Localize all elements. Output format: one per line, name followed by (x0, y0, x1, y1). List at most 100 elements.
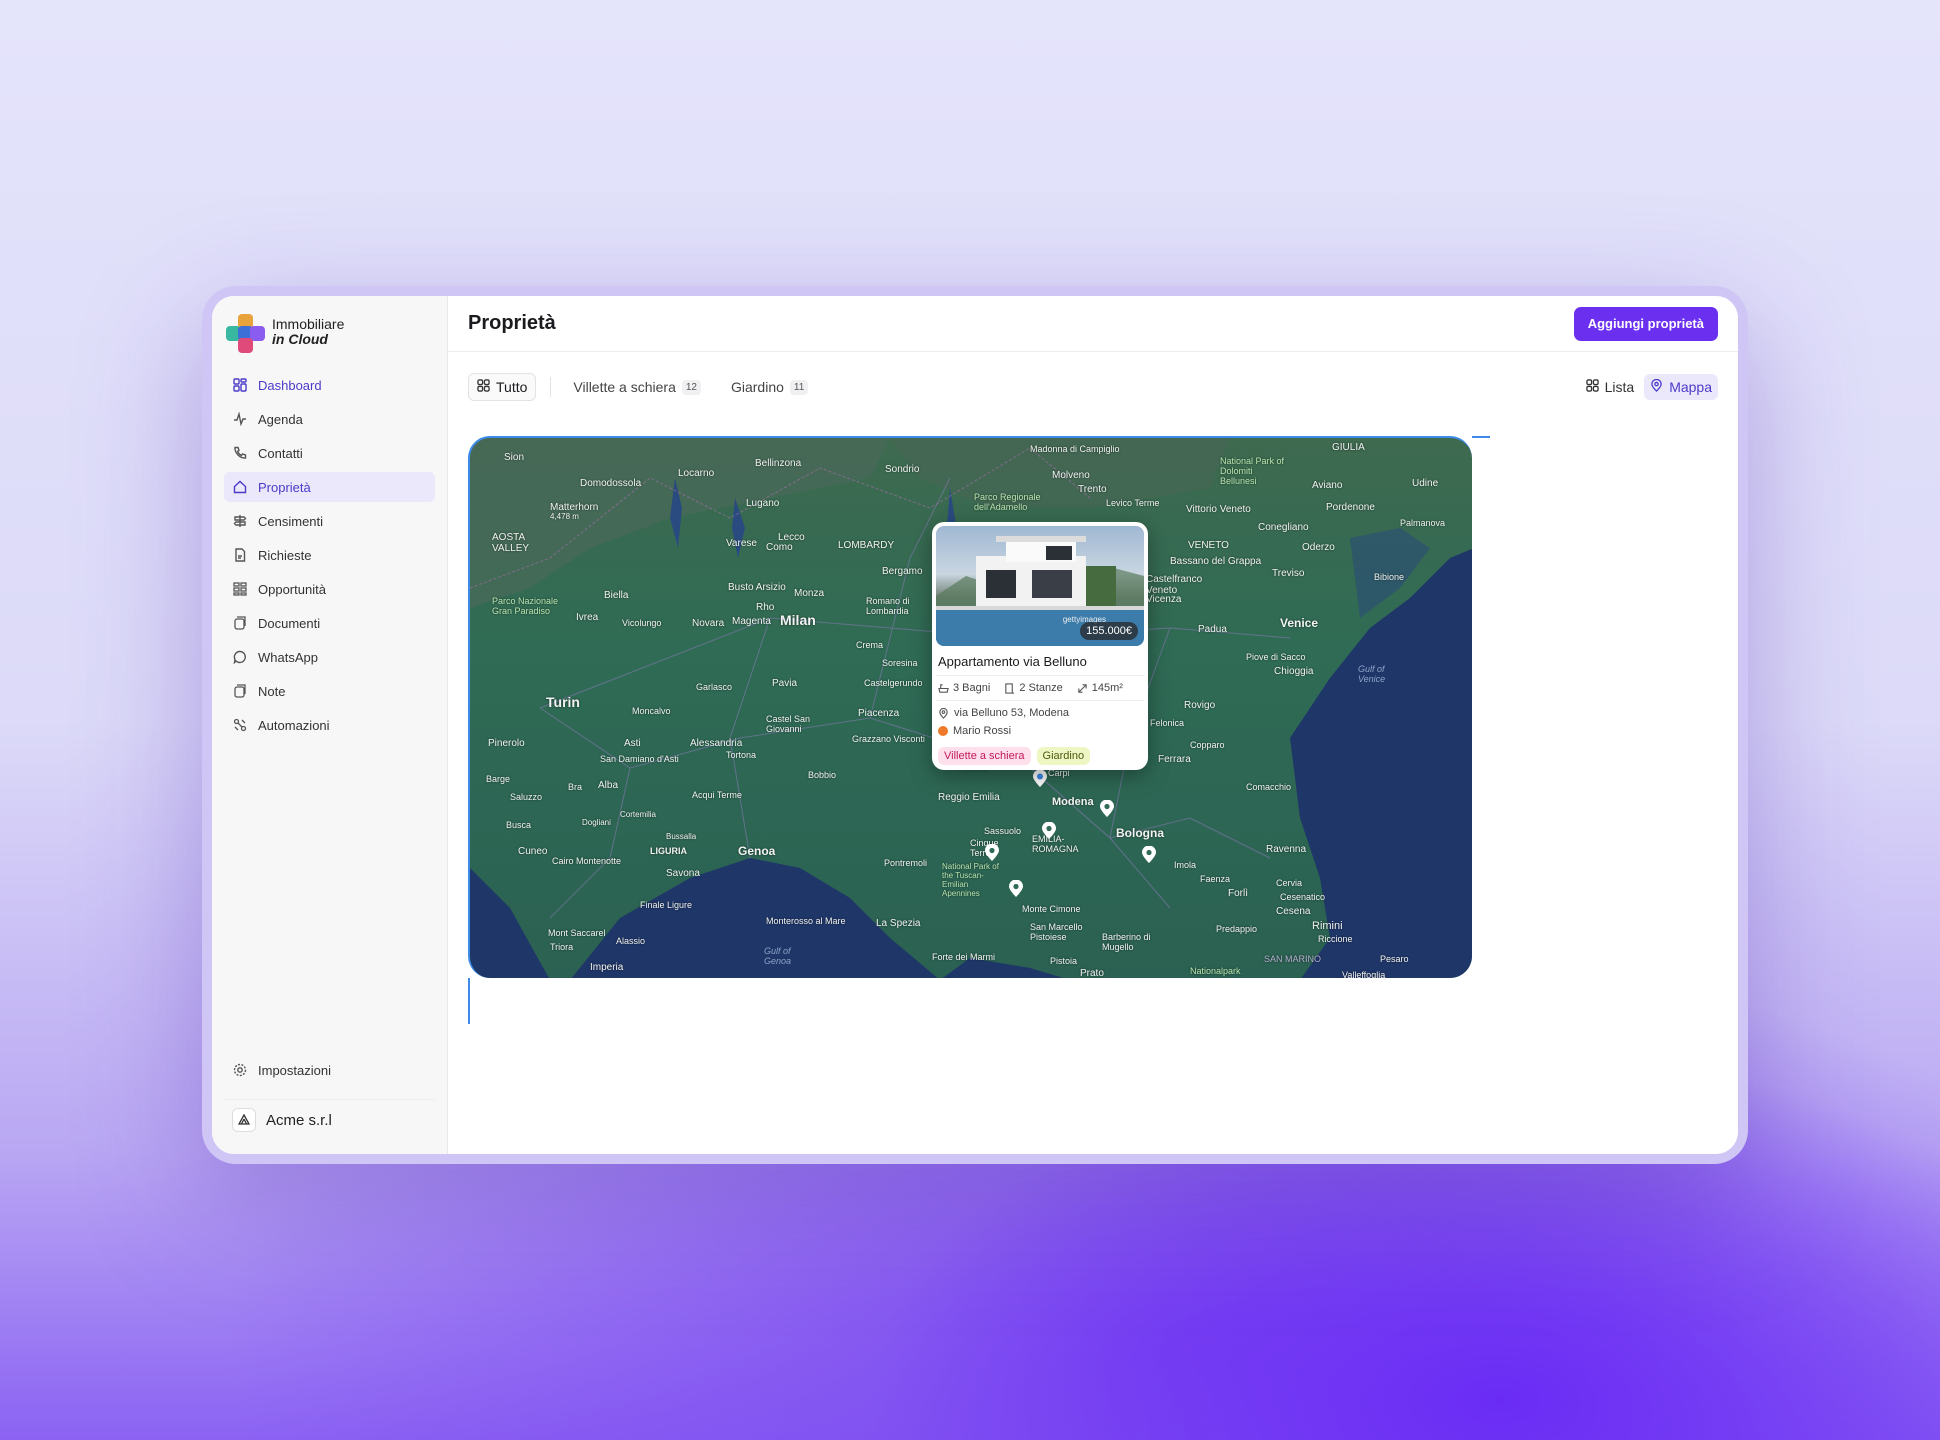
file-icon (232, 547, 248, 563)
map-label: Romano di Lombardia (866, 596, 910, 616)
map-label: Felonica (1150, 718, 1185, 728)
tab-divider (550, 377, 552, 397)
app-window: Immobiliare in Cloud Dashboard Agenda Co… (212, 296, 1738, 1154)
signpost-icon (232, 513, 248, 529)
logo-mark-icon (226, 314, 265, 353)
agent-name: Mario Rossi (953, 725, 1012, 737)
sidebar-item-label: Censimenti (258, 513, 324, 529)
map-label: Oderzo (1302, 542, 1335, 553)
view-map-button[interactable]: Mappa (1644, 374, 1718, 400)
gear-icon (232, 1062, 248, 1078)
map-label: Ferrara (1158, 754, 1191, 765)
map-pin-icon[interactable] (1031, 770, 1049, 788)
dashboard-icon (232, 377, 248, 393)
map-label: Alassio (616, 936, 646, 946)
map-pin-icon[interactable] (1040, 822, 1058, 840)
map-label: Rho (756, 602, 775, 613)
phone-icon (232, 445, 248, 461)
sidebar-nav: Dashboard Agenda Contatti Proprietà Cens… (224, 370, 435, 740)
page-header: Proprietà Aggiungi proprietà (448, 296, 1738, 352)
map-label: Pinerolo (488, 738, 525, 749)
map-label: Cervia (1276, 878, 1303, 888)
sidebar-item-richieste[interactable]: Richieste (224, 540, 435, 570)
sidebar-item-contatti[interactable]: Contatti (224, 438, 435, 468)
organization-name: Acme s.r.l (266, 1111, 332, 1129)
organization-icon (232, 1108, 256, 1132)
tab-tutto[interactable]: Tutto (468, 373, 537, 401)
map-pin-icon[interactable] (983, 844, 1001, 862)
map-label: Madonna di Campiglio (1030, 444, 1120, 454)
map-label: Riccione (1318, 934, 1353, 944)
map-label: Chioggia (1274, 666, 1314, 677)
map-label: Turin (546, 694, 580, 710)
sidebar-item-documenti[interactable]: Documenti (224, 608, 435, 638)
settings-button[interactable]: Impostazioni (224, 1055, 435, 1085)
tab-villette-a-schiera[interactable]: Villette a schiera 12 (565, 373, 709, 401)
map-label: Mont Saccarel (548, 928, 606, 938)
map-label: Biella (604, 590, 629, 601)
map-label: La Spezia (876, 918, 921, 929)
map-label: Palmanova (1400, 518, 1446, 528)
map-label: Piacenza (858, 708, 900, 719)
map-label: Bergamo (882, 566, 923, 577)
map-label: Monte Cimone (1022, 904, 1081, 914)
map-label: Venice (1280, 616, 1319, 630)
tab-label: Tutto (496, 379, 528, 395)
map-label: Locarno (678, 468, 715, 479)
device-frame: Immobiliare in Cloud Dashboard Agenda Co… (202, 286, 1748, 1164)
sidebar-item-dashboard[interactable]: Dashboard (224, 370, 435, 400)
map-label: Reggio Emilia (938, 792, 1000, 803)
sidebar-item-whatsapp[interactable]: WhatsApp (224, 642, 435, 672)
map-label: Varese (726, 538, 757, 549)
map-label: LOMBARDY (838, 540, 895, 551)
sidebar-item-note[interactable]: Note (224, 676, 435, 706)
property-tags: Villette a schiera Giardino (938, 747, 1142, 765)
sidebar-item-proprieta[interactable]: Proprietà (224, 472, 435, 502)
map-label: Imola (1174, 860, 1197, 870)
map[interactable]: Sion Domodossola Locarno Bellinzona Sond… (468, 436, 1472, 978)
map-label: Levico Terme (1106, 498, 1160, 508)
sidebar-item-label: Automazioni (258, 717, 330, 733)
sidebar-item-agenda[interactable]: Agenda (224, 404, 435, 434)
sidebar-item-label: WhatsApp (258, 649, 318, 665)
sidebar-item-opportunita[interactable]: Opportunità (224, 574, 435, 604)
map-label: GIULIA (1332, 442, 1365, 453)
sidebar-item-label: Note (258, 683, 286, 699)
map-pin-icon (1650, 378, 1663, 395)
map-label: Vicenza (1146, 594, 1182, 605)
sidebar-item-automazioni[interactable]: Automazioni (224, 710, 435, 740)
logo-line2: in Cloud (272, 331, 328, 347)
view-list-button[interactable]: Lista (1580, 374, 1641, 400)
map-label: Pesaro (1380, 954, 1409, 964)
map-label: Ivrea (576, 612, 599, 623)
sidebar-item-censimenti[interactable]: Censimenti (224, 506, 435, 536)
tab-giardino[interactable]: Giardino 11 (723, 373, 816, 401)
agent-avatar (938, 726, 948, 736)
logo-line1: Immobiliare (272, 316, 345, 332)
organization-switcher[interactable]: Acme s.r.l (224, 1099, 435, 1140)
map-label: Sion (504, 452, 525, 463)
map-label: Bibione (1374, 572, 1405, 582)
map-label: Valleffoglia (1342, 970, 1386, 978)
logo-text: Immobiliare in Cloud (272, 317, 344, 347)
sidebar-item-label: Dashboard (258, 377, 322, 393)
map-label: LIGURIA (650, 846, 687, 856)
map-label: Ravenna (1266, 844, 1307, 855)
map-label: Conegliano (1258, 522, 1309, 533)
add-property-button[interactable]: Aggiungi proprietà (1573, 306, 1718, 341)
map-label: Rovigo (1184, 700, 1216, 711)
home-icon (232, 479, 248, 495)
sidebar-item-label: Documenti (258, 615, 321, 631)
tab-count-badge: 11 (789, 379, 809, 395)
tab-count-badge: 12 (681, 379, 701, 395)
map-pin-icon[interactable] (1140, 846, 1158, 864)
property-card[interactable]: gettyimages 155.000€ Appartamento via Be… (932, 522, 1148, 770)
map-pin-icon[interactable] (1098, 800, 1116, 818)
map-pin-icon[interactable] (1007, 880, 1025, 898)
map-label: Garlasco (696, 682, 733, 692)
logo[interactable]: Immobiliare in Cloud (224, 310, 435, 370)
map-label: Busto Arsizio (728, 582, 786, 593)
map-label: Parco Nazionale Gran Paradiso (492, 596, 559, 616)
tab-label: Villette a schiera (573, 379, 676, 395)
property-address: via Belluno 53, Modena (938, 707, 1142, 719)
